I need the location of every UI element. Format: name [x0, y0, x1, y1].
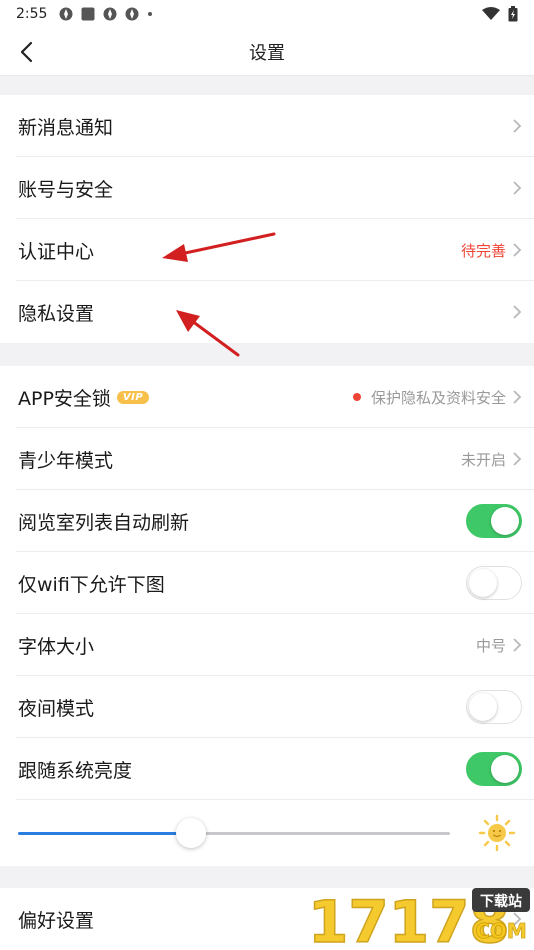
row-label: 隐私设置: [18, 302, 95, 325]
slider-fill: [18, 831, 191, 835]
chevron-right-icon: [513, 119, 522, 133]
sun-icon: [478, 814, 516, 852]
row-new-message-notification[interactable]: 新消息通知: [0, 95, 534, 157]
row-follow-brightness: 跟随系统亮度: [0, 738, 534, 800]
font-size-value: 中号: [475, 636, 506, 655]
toggle-knob: [469, 569, 497, 597]
wifi-images-toggle[interactable]: [466, 566, 522, 600]
status-bar: 2:55: [0, 0, 534, 28]
row-label: 阅览室列表自动刷新: [18, 511, 190, 534]
row-label: 跟随系统亮度: [18, 759, 133, 782]
row-label: 账号与安全: [18, 178, 114, 201]
row-account-security[interactable]: 账号与安全: [0, 157, 534, 219]
back-button[interactable]: [12, 38, 40, 66]
toggle-knob: [491, 755, 519, 783]
back-arrow-icon: [20, 41, 33, 63]
row-night-mode: 夜间模式: [0, 676, 534, 738]
nav-header: 设置: [0, 28, 534, 76]
row-label: 偏好设置: [18, 909, 95, 932]
row-font-size[interactable]: 字体大小 中号: [0, 614, 534, 676]
follow-brightness-toggle[interactable]: [466, 752, 522, 786]
row-wifi-images: 仅wifi下允许下图: [0, 552, 534, 614]
watermark-tag-text: 下载站: [480, 893, 522, 910]
chevron-right-icon: [513, 243, 522, 257]
chevron-right-icon: [513, 390, 522, 404]
brightness-slider[interactable]: [18, 817, 450, 848]
site-watermark-logo: 17178 下载站 COM: [307, 887, 530, 950]
row-label: 认证中心: [18, 240, 95, 263]
square-notification-icon: [81, 7, 95, 21]
toggle-knob: [491, 507, 519, 535]
app-lock-hint: 保护隐私及资料安全: [370, 388, 506, 407]
row-label: 青少年模式: [18, 449, 114, 472]
more-dot-icon: [148, 12, 153, 16]
row-verification-center[interactable]: 认证中心 待完善: [0, 219, 534, 281]
app-notification-icon: [59, 7, 73, 21]
slider-handle[interactable]: [176, 817, 206, 848]
general-section: APP安全锁 VIP 保护隐私及资料安全 青少年模式 未开启 阅览室列表自动刷新…: [0, 366, 534, 866]
battery-icon: [508, 6, 518, 22]
brightness-slider-row: [0, 800, 534, 866]
chevron-right-icon: [513, 305, 522, 319]
row-label: 字体大小: [18, 635, 95, 658]
youth-mode-status: 未开启: [460, 450, 506, 469]
wifi-icon: [482, 7, 500, 20]
row-auto-refresh: 阅览室列表自动刷新: [0, 490, 534, 552]
app-notification-icon: [125, 7, 139, 21]
night-mode-toggle[interactable]: [466, 690, 522, 724]
watermark-sub-text: COM: [475, 919, 527, 943]
row-label: APP安全锁: [18, 387, 111, 410]
vip-badge: VIP: [116, 390, 150, 404]
status-time: 2:55: [16, 6, 48, 22]
row-label: 新消息通知: [18, 116, 114, 139]
row-label: 夜间模式: [18, 697, 95, 720]
verification-status: 待完善: [460, 241, 506, 260]
row-app-lock[interactable]: APP安全锁 VIP 保护隐私及资料安全: [0, 366, 534, 428]
toggle-knob: [469, 693, 497, 721]
auto-refresh-toggle[interactable]: [466, 504, 522, 538]
row-youth-mode[interactable]: 青少年模式 未开启: [0, 428, 534, 490]
account-section: 新消息通知 账号与安全 认证中心 待完善 隐私设置: [0, 95, 534, 343]
row-label: 仅wifi下允许下图: [18, 573, 165, 596]
chevron-right-icon: [513, 452, 522, 466]
chevron-right-icon: [513, 181, 522, 195]
row-privacy-settings[interactable]: 隐私设置: [0, 281, 534, 343]
app-notification-icon: [103, 7, 117, 21]
page-title: 设置: [249, 42, 285, 64]
red-dot-icon: [352, 393, 361, 401]
chevron-right-icon: [513, 638, 522, 652]
notification-icons: [59, 7, 153, 21]
